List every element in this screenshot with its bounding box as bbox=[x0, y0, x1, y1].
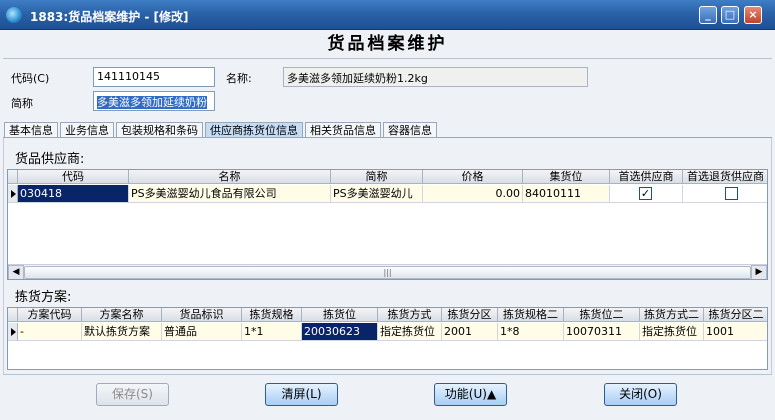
column-header[interactable]: 简称 bbox=[331, 170, 423, 184]
column-header[interactable]: 拣货位 bbox=[302, 308, 378, 322]
column-header[interactable]: 集货位 bbox=[523, 170, 610, 184]
column-header[interactable]: 拣货规格 bbox=[242, 308, 302, 322]
supplier-short-cell[interactable]: PS多美滋婴幼儿 bbox=[331, 185, 423, 203]
short-name-field[interactable]: 多美滋多领加延续奶粉 bbox=[93, 91, 215, 111]
code-field[interactable]: 141110145 bbox=[93, 67, 215, 87]
app-icon bbox=[6, 7, 22, 23]
tab-bar: 基本信息 业务信息 包装规格和条码 供应商拣货位信息 相关货品信息 容器信息 bbox=[4, 122, 437, 138]
picking-section-title: 拣货方案: bbox=[15, 290, 72, 305]
column-header[interactable]: 货品标识 bbox=[162, 308, 242, 322]
pick-location-2-cell[interactable]: 10070311 bbox=[564, 323, 640, 341]
grid-corner bbox=[8, 308, 18, 322]
column-header[interactable]: 代码 bbox=[18, 170, 129, 184]
column-header[interactable]: 拣货方式 bbox=[378, 308, 442, 322]
goods-flag-cell[interactable]: 普通品 bbox=[162, 323, 242, 341]
window-title: 1883:货品档案维护 - [修改] bbox=[30, 10, 189, 24]
supplier-name-cell[interactable]: PS多美滋婴幼儿食品有限公司 bbox=[129, 185, 331, 203]
row-indicator bbox=[8, 185, 18, 203]
code-label: 代码(C) bbox=[11, 72, 50, 85]
column-header[interactable]: 拣货位二 bbox=[564, 308, 640, 322]
row-indicator bbox=[8, 323, 18, 341]
short-name-label: 简称 bbox=[11, 97, 33, 110]
column-header[interactable]: 方案代码 bbox=[18, 308, 82, 322]
supplier-location-cell[interactable]: 84010111 bbox=[523, 185, 610, 203]
suppliers-section-title: 货品供应商: bbox=[15, 152, 85, 167]
horizontal-scrollbar[interactable]: ◀ ||| ▶ bbox=[8, 264, 767, 279]
tab-supplier-picking[interactable]: 供应商拣货位信息 bbox=[205, 122, 303, 138]
tab-container-info[interactable]: 容器信息 bbox=[383, 122, 437, 138]
supplier-price-cell[interactable]: 0.00 bbox=[423, 185, 523, 203]
scroll-thumb[interactable]: ||| bbox=[24, 266, 751, 279]
pick-method-cell[interactable]: 指定拣货位 bbox=[378, 323, 442, 341]
tab-related-goods[interactable]: 相关货品信息 bbox=[305, 122, 381, 138]
preferred-supplier-checkbox[interactable]: ✓ bbox=[639, 187, 652, 200]
picking-grid: 方案代码 方案名称 货品标识 拣货规格 拣货位 拣货方式 拣货分区 拣货规格二 … bbox=[7, 307, 768, 370]
scroll-right-icon[interactable]: ▶ bbox=[751, 265, 767, 279]
close-button[interactable]: 关闭(O) bbox=[604, 383, 677, 406]
column-header[interactable]: 首选供应商 bbox=[610, 170, 683, 184]
window-titlebar: 1883:货品档案维护 - [修改] _ □ × bbox=[0, 0, 775, 30]
tab-packaging-barcode[interactable]: 包装规格和条码 bbox=[116, 122, 203, 138]
preferred-return-checkbox[interactable] bbox=[725, 187, 738, 200]
preferred-return-cell bbox=[683, 185, 767, 203]
plan-name-cell[interactable]: 默认拣货方案 bbox=[82, 323, 162, 341]
minimize-icon[interactable]: _ bbox=[699, 6, 717, 24]
name-field[interactable]: 多美滋多领加延续奶粉1.2kg bbox=[283, 67, 588, 87]
grid-corner bbox=[8, 170, 18, 184]
maximize-icon[interactable]: □ bbox=[721, 6, 739, 24]
column-header[interactable]: 拣货规格二 bbox=[498, 308, 564, 322]
page-title: 货品档案维护 bbox=[0, 30, 775, 58]
column-header[interactable]: 拣货分区 bbox=[442, 308, 498, 322]
scroll-left-icon[interactable]: ◀ bbox=[8, 265, 24, 279]
save-button[interactable]: 保存(S) bbox=[96, 383, 169, 406]
suppliers-grid: 代码 名称 简称 价格 集货位 首选供应商 首选退货供应商 030418 PS多… bbox=[7, 169, 768, 280]
column-header[interactable]: 拣货方式二 bbox=[640, 308, 704, 322]
preferred-supplier-cell: ✓ bbox=[610, 185, 683, 203]
pick-zone-2-cell[interactable]: 1001 bbox=[704, 323, 767, 341]
tab-business-info[interactable]: 业务信息 bbox=[60, 122, 114, 138]
pick-spec-cell[interactable]: 1*1 bbox=[242, 323, 302, 341]
column-header[interactable]: 名称 bbox=[129, 170, 331, 184]
column-header[interactable]: 价格 bbox=[423, 170, 523, 184]
pick-location-cell[interactable]: 20030623 bbox=[302, 323, 378, 341]
tab-basic-info[interactable]: 基本信息 bbox=[4, 122, 58, 138]
short-name-value: 多美滋多领加延续奶粉 bbox=[97, 96, 207, 109]
pick-spec-2-cell[interactable]: 1*8 bbox=[498, 323, 564, 341]
clear-button[interactable]: 清屏(L) bbox=[265, 383, 338, 406]
divider bbox=[3, 58, 772, 59]
column-header[interactable]: 方案名称 bbox=[82, 308, 162, 322]
function-button[interactable]: 功能(U)▲ bbox=[434, 383, 507, 406]
pick-method-2-cell[interactable]: 指定拣货位 bbox=[640, 323, 704, 341]
close-icon[interactable]: × bbox=[744, 6, 762, 24]
plan-code-cell[interactable]: - bbox=[18, 323, 82, 341]
column-header[interactable]: 拣货分区二 bbox=[704, 308, 767, 322]
column-header[interactable]: 首选退货供应商 bbox=[683, 170, 767, 184]
name-label: 名称: bbox=[226, 72, 252, 85]
supplier-code-cell[interactable]: 030418 bbox=[18, 185, 129, 203]
pick-zone-cell[interactable]: 2001 bbox=[442, 323, 498, 341]
